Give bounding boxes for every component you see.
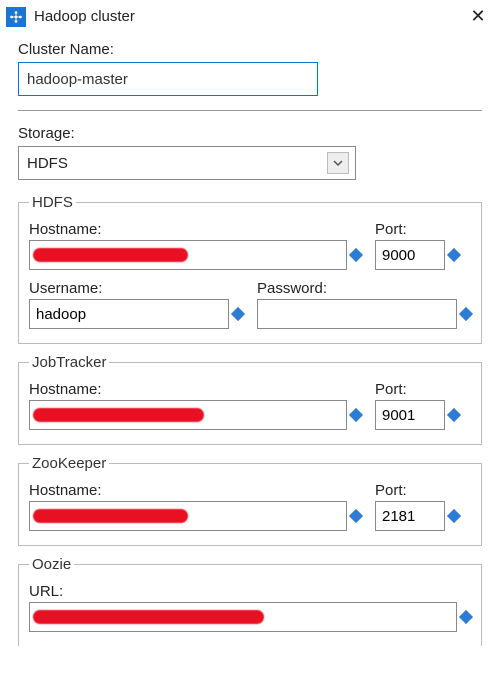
zookeeper-port-label: Port:	[375, 482, 471, 499]
hadoop-icon	[6, 7, 26, 27]
dialog-content: Cluster Name: Storage: HDFS HDFS Hostnam…	[0, 33, 500, 646]
storage-label: Storage:	[18, 125, 482, 142]
oozie-group: Oozie URL:	[18, 556, 482, 646]
jobtracker-hostname-input[interactable]	[29, 400, 347, 430]
hdfs-port-label: Port:	[375, 221, 471, 238]
divider	[18, 110, 482, 111]
zookeeper-hostname-label: Hostname:	[29, 482, 361, 499]
variable-icon[interactable]	[447, 248, 461, 262]
hdfs-legend: HDFS	[29, 194, 76, 211]
zookeeper-group: ZooKeeper Hostname: Port:	[18, 455, 482, 546]
hdfs-port-input[interactable]	[375, 240, 445, 270]
hdfs-group: HDFS Hostname: Port: U	[18, 194, 482, 344]
close-button[interactable]: ✕	[466, 6, 490, 27]
cluster-name-label: Cluster Name:	[18, 41, 482, 58]
variable-icon[interactable]	[447, 509, 461, 523]
hdfs-hostname-input[interactable]	[29, 240, 347, 270]
variable-icon[interactable]	[349, 509, 363, 523]
dialog-title: Hadoop cluster	[34, 8, 458, 25]
zookeeper-legend: ZooKeeper	[29, 455, 109, 472]
variable-icon[interactable]	[459, 610, 473, 624]
zookeeper-hostname-input[interactable]	[29, 501, 347, 531]
jobtracker-legend: JobTracker	[29, 354, 109, 371]
jobtracker-port-label: Port:	[375, 381, 471, 398]
variable-icon[interactable]	[349, 408, 363, 422]
jobtracker-port-input[interactable]	[375, 400, 445, 430]
storage-selected-value: HDFS	[27, 155, 327, 172]
variable-icon[interactable]	[447, 408, 461, 422]
variable-icon[interactable]	[231, 307, 245, 321]
hdfs-password-label: Password:	[257, 280, 471, 297]
variable-icon[interactable]	[459, 307, 473, 321]
hdfs-username-input[interactable]	[29, 299, 229, 329]
titlebar: Hadoop cluster ✕	[0, 0, 500, 33]
chevron-down-icon	[327, 152, 349, 174]
zookeeper-port-input[interactable]	[375, 501, 445, 531]
jobtracker-group: JobTracker Hostname: Port:	[18, 354, 482, 445]
variable-icon[interactable]	[349, 248, 363, 262]
oozie-url-label: URL:	[29, 583, 63, 600]
oozie-legend: Oozie	[29, 556, 74, 573]
hdfs-username-label: Username:	[29, 280, 243, 297]
jobtracker-hostname-label: Hostname:	[29, 381, 361, 398]
hdfs-password-input[interactable]	[257, 299, 457, 329]
cluster-name-input[interactable]	[18, 62, 318, 96]
hdfs-hostname-label: Hostname:	[29, 221, 361, 238]
oozie-url-input[interactable]	[29, 602, 457, 632]
storage-select[interactable]: HDFS	[18, 146, 356, 180]
